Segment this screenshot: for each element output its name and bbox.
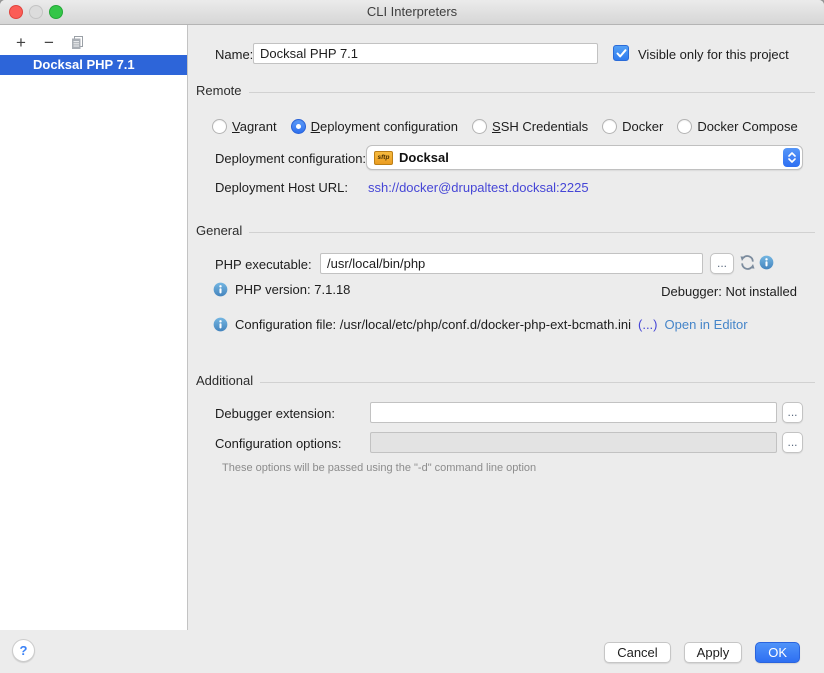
cli-interpreters-dialog: CLI Interpreters + − Docksal PHP 7.1 Nam… [0, 0, 824, 673]
remote-type-radio-group: Vagrant Deployment configuration SSH Crede… [212, 119, 798, 134]
window-title: CLI Interpreters [0, 4, 824, 19]
debugger-extension-input[interactable] [370, 402, 777, 423]
remove-interpreter-button[interactable]: − [40, 34, 58, 51]
help-button[interactable]: ? [12, 639, 35, 662]
titlebar[interactable]: CLI Interpreters [0, 0, 824, 25]
php-executable-browse-button[interactable]: ... [710, 253, 734, 274]
interpreter-list-item[interactable]: Docksal PHP 7.1 [0, 55, 187, 75]
remote-type-radio-docker-compose[interactable]: Docker Compose [677, 119, 797, 134]
options-hint-text: These options will be passed using the "… [222, 462, 536, 474]
radio-label: Docker [622, 119, 663, 134]
radio-circle-icon [472, 119, 487, 134]
name-label: Name: [215, 47, 253, 62]
remote-type-radio-ssh-credentials[interactable]: SSH Credentials [472, 119, 588, 134]
remote-type-radio-docker[interactable]: Docker [602, 119, 663, 134]
radio-circle-icon [602, 119, 617, 134]
chevron-up-down-icon[interactable] [783, 148, 800, 167]
interpreters-sidebar: + − Docksal PHP 7.1 [0, 25, 188, 630]
additional-section-header: Additional [196, 373, 815, 388]
settings-panel: Name: Visible only for this project Remo… [189, 25, 824, 630]
radio-circle-icon [291, 119, 306, 134]
config-file-more-link[interactable]: (...) [638, 317, 658, 332]
section-divider [260, 382, 815, 383]
php-executable-label: PHP executable: [215, 257, 312, 272]
open-in-editor-link[interactable]: Open in Editor [665, 317, 748, 332]
host-url-link[interactable]: ssh://docker@drupaltest.docksal:2225 [368, 180, 589, 195]
radio-label: SSH Credentials [492, 119, 588, 134]
debugger-extension-browse-button[interactable]: ... [782, 402, 803, 423]
php-version-text: PHP version: 7.1.18 [235, 282, 350, 297]
radio-circle-icon [212, 119, 227, 134]
debugger-extension-label: Debugger extension: [215, 406, 335, 421]
sidebar-toolbar: + − [0, 25, 187, 55]
section-divider [249, 92, 815, 93]
config-file-text: Configuration file: /usr/local/etc/php/c… [235, 317, 631, 332]
remote-section-header: Remote [196, 83, 815, 98]
visible-only-label: Visible only for this project [638, 47, 789, 62]
copy-interpreter-icon[interactable] [68, 35, 86, 50]
configuration-options-input [370, 432, 777, 453]
radio-circle-icon [677, 119, 692, 134]
info-icon [213, 317, 228, 332]
add-interpreter-button[interactable]: + [12, 34, 30, 51]
additional-header-label: Additional [196, 373, 253, 388]
radio-label: Vagrant [232, 119, 277, 134]
config-file-row: Configuration file: /usr/local/etc/php/c… [213, 317, 748, 332]
info-icon[interactable] [759, 255, 774, 270]
name-input[interactable] [253, 43, 598, 64]
reload-icon[interactable] [739, 254, 756, 271]
radio-label: Deployment configuration [311, 119, 458, 134]
interpreter-list: Docksal PHP 7.1 [0, 55, 187, 75]
ok-button[interactable]: OK [755, 642, 800, 663]
remote-type-radio-deployment-configuration[interactable]: Deployment configuration [291, 119, 458, 134]
footer-bar: ? Cancel Apply OK [0, 630, 824, 673]
configuration-options-label: Configuration options: [215, 436, 341, 451]
deployment-config-select[interactable]: sftp Docksal [366, 145, 803, 170]
remote-type-radio-vagrant[interactable]: Vagrant [212, 119, 277, 134]
host-url-label: Deployment Host URL: [215, 180, 348, 195]
deployment-config-label: Deployment configuration: [215, 151, 366, 166]
general-header-label: General [196, 223, 242, 238]
visible-only-checkbox[interactable] [613, 45, 629, 61]
section-divider [249, 232, 815, 233]
remote-header-label: Remote [196, 83, 242, 98]
php-version-row: PHP version: 7.1.18 [213, 282, 350, 297]
dialog-buttons: Cancel Apply OK [604, 642, 800, 663]
cancel-button[interactable]: Cancel [604, 642, 670, 663]
configuration-options-browse-button[interactable]: ... [782, 432, 803, 453]
deployment-config-value: Docksal [399, 150, 449, 165]
debugger-status-text: Debugger: Not installed [661, 284, 797, 299]
apply-button[interactable]: Apply [684, 642, 743, 663]
radio-label: Docker Compose [697, 119, 797, 134]
php-executable-input[interactable] [320, 253, 703, 274]
info-icon [213, 282, 228, 297]
sftp-icon: sftp [374, 151, 393, 165]
general-section-header: General [196, 223, 815, 238]
